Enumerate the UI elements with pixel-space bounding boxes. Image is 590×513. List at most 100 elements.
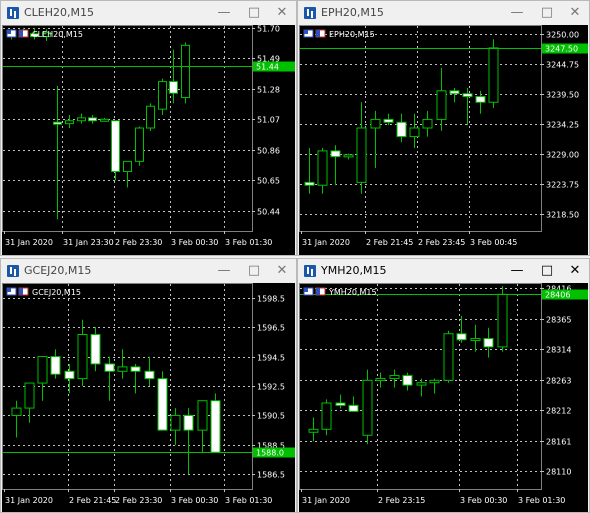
current-price-label: 28406: [545, 291, 570, 300]
price-tick-label: 3229.00: [546, 151, 579, 160]
candle: [308, 417, 319, 442]
candle: [181, 42, 190, 104]
price-tick-label: 1596.5: [257, 324, 285, 333]
chart-window-cleh20[interactable]: CLEH20,M15 — □ ✕ 51.70 51.49 51.28 51.07 50.…: [0, 0, 297, 256]
candle: [158, 78, 167, 115]
time-tick-label: 2 Feb 23:30: [115, 238, 162, 247]
candle-body-bull: [343, 154, 354, 158]
candle: [497, 285, 508, 352]
chart-symbol-label: EPH20,M15: [329, 30, 375, 39]
window-title: YMH20,M15: [321, 264, 387, 277]
candle: [130, 363, 141, 394]
chart-window-gcej20[interactable]: GCEJ20,M15 — □ ✕ 1598.5 1596.5 1594.5 1592.…: [0, 258, 297, 513]
candle-body-bear: [348, 404, 359, 412]
candle: [383, 113, 394, 126]
candle-body-bear: [88, 117, 97, 122]
candle-body-bear: [456, 333, 467, 341]
price-tick-label: 28365: [546, 316, 571, 325]
candle-body-bear: [402, 375, 413, 386]
candle-body-bull: [24, 382, 35, 409]
price-tick-label: 3239.50: [546, 91, 579, 100]
candle-body-bear: [475, 96, 486, 103]
chart-svg: 1598.51596.51594.51592.51590.51588.51586…: [2, 283, 295, 505]
maximize-button[interactable]: □: [241, 261, 267, 281]
candle: [370, 110, 381, 169]
candle: [100, 117, 109, 122]
time-tick-label: 3 Feb 00:30: [460, 496, 507, 505]
price-chart[interactable]: 51.70 51.49 51.28 51.07 50.86 50.65 50.44 31 Ja…: [2, 25, 295, 255]
current-price-label: 51.44: [256, 63, 279, 72]
candle-body-bull: [362, 379, 373, 436]
plot-frame: [299, 25, 542, 232]
candle: [475, 90, 486, 114]
price-tick-label: 3250.00: [546, 31, 579, 40]
time-tick-label: 3 Feb 00:45: [470, 238, 517, 247]
candle-body-bull: [117, 366, 128, 372]
candle-body-bull: [436, 90, 447, 120]
candle-body-bull: [77, 117, 86, 122]
close-button[interactable]: ✕: [562, 261, 588, 281]
candle-body-bear: [383, 118, 394, 123]
candle-body-bull: [389, 375, 400, 380]
price-chart[interactable]: 28416 28365 28314 28263 28212 28161 28110 31 Ja…: [299, 283, 588, 512]
time-tick-label: 2 Feb 23:15: [378, 496, 425, 505]
time-tick-label: 31 Jan 23:30: [63, 238, 114, 247]
title-bar[interactable]: GCEJ20,M15 — □ ✕: [1, 259, 296, 283]
close-button[interactable]: ✕: [562, 3, 588, 23]
candle: [117, 349, 128, 379]
candle-body-bull: [443, 333, 454, 381]
price-tick-label: 1586.5: [257, 471, 285, 480]
candle: [77, 113, 86, 124]
price-tick-label: 3218.50: [546, 211, 579, 220]
time-tick-label: 3 Feb 00:30: [171, 496, 218, 505]
maximize-button[interactable]: □: [241, 3, 267, 23]
candle-body-bull: [11, 407, 22, 416]
minimize-button[interactable]: —: [211, 261, 237, 281]
candle: [77, 319, 88, 386]
maximize-button[interactable]: □: [534, 3, 560, 23]
price-tick-label: 1594.5: [257, 354, 285, 363]
candle: [422, 110, 433, 137]
candle-body-bull: [197, 400, 208, 431]
minimize-button[interactable]: —: [504, 3, 530, 23]
candle-body-bull: [158, 81, 167, 110]
title-bar[interactable]: YMH20,M15 — □ ✕: [298, 259, 589, 283]
candle: [24, 382, 35, 423]
price-tick-label: 28161: [546, 438, 571, 447]
title-bar[interactable]: CLEH20,M15 — □ ✕: [1, 1, 296, 25]
close-button[interactable]: ✕: [269, 3, 295, 23]
price-chart[interactable]: 1598.5 1596.5 1594.5 1592.5 1590.5 1588.5 1586…: [2, 283, 295, 512]
candle: [488, 39, 499, 108]
candle: [343, 153, 354, 160]
candle: [65, 114, 74, 128]
candle-body-bear: [169, 81, 178, 94]
chart-window-eph20[interactable]: EPH20,M15 — □ ✕ 3250.00 3244.75 3239.50 323…: [297, 0, 590, 256]
candle: [362, 369, 373, 445]
chart-svg: 2841628365283142826328212281612811031 Ja…: [299, 283, 588, 505]
candle: [157, 371, 168, 431]
time-tick-label: 31 Jan 2020: [5, 238, 53, 247]
candle-body-bull: [308, 428, 319, 433]
chart-window-ymh20[interactable]: YMH20,M15 — □ ✕ 28416 28365 28314 28263 2821…: [297, 258, 590, 513]
price-chart[interactable]: 3250.00 3244.75 3239.50 3234.25 3229.00 3223.…: [299, 25, 588, 255]
close-button[interactable]: ✕: [269, 261, 295, 281]
candle: [416, 378, 427, 397]
price-tick-label: 1598.5: [257, 295, 285, 304]
price-tick-label: 50.65: [257, 177, 280, 186]
symbol-label: EPH20,M15: [303, 29, 375, 39]
candle: [135, 126, 144, 166]
candle: [483, 327, 494, 358]
maximize-button[interactable]: □: [534, 261, 560, 281]
candle: [348, 396, 359, 412]
title-bar[interactable]: EPH20,M15 — □ ✕: [298, 1, 589, 25]
time-tick-label: 2 Feb 23:45: [418, 238, 465, 247]
candle: [402, 372, 413, 391]
candle: [321, 399, 332, 436]
price-tick-label: 3244.75: [546, 61, 579, 70]
minimize-button[interactable]: —: [504, 261, 530, 281]
candle: [88, 114, 97, 124]
minimize-button[interactable]: —: [211, 3, 237, 23]
candle: [123, 160, 132, 188]
candle-body-bull: [100, 118, 109, 122]
current-price-label: 3247.50: [545, 45, 578, 54]
